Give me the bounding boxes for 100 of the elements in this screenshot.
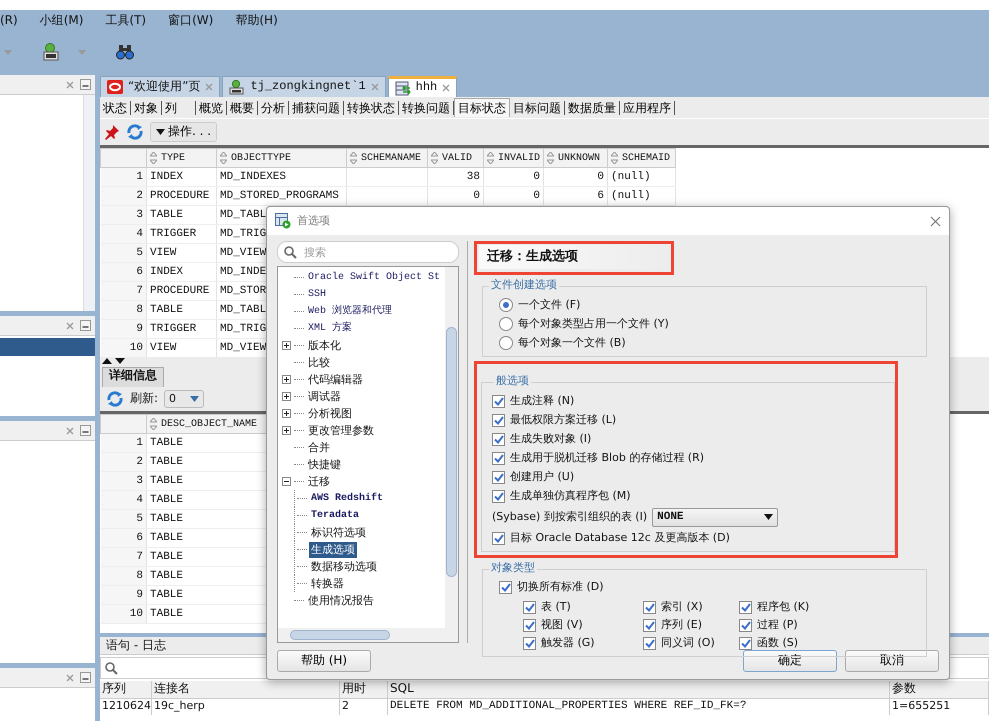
view-tab[interactable]: 数据质量 [565, 100, 620, 114]
close-icon[interactable] [66, 426, 74, 434]
minimize-icon[interactable] [80, 672, 91, 683]
option-label[interactable]: 生成单独仿真程序包 (M) [510, 488, 631, 504]
column-header[interactable]: VALID [428, 148, 484, 168]
close-icon[interactable] [442, 84, 450, 92]
tree-item[interactable]: 数据移动选项 [309, 558, 379, 574]
tree-item[interactable]: 迁移 [306, 474, 332, 490]
checkbox[interactable] [739, 618, 752, 632]
option-label[interactable]: 每个对象类型占用一个文件 (Y) [518, 316, 669, 332]
close-icon[interactable] [66, 674, 74, 682]
tree-item[interactable]: Teradata [309, 508, 362, 524]
checkbox[interactable] [739, 636, 752, 650]
sort-icon[interactable] [547, 152, 554, 164]
collapse-icon[interactable] [282, 476, 291, 486]
option-label[interactable]: 创建用户 (U) [510, 470, 574, 484]
view-tab[interactable]: 转换状态 [344, 100, 399, 114]
column-header[interactable]: DESC_OBJECT_NAME [146, 414, 266, 434]
checkbox[interactable] [492, 532, 505, 544]
view-tab[interactable]: 状态 [100, 100, 131, 114]
option-label[interactable]: 一个文件 (F) [518, 298, 580, 312]
column-header[interactable]: 序列 [100, 681, 152, 698]
minimize-icon[interactable] [80, 425, 91, 436]
editor-tab[interactable]: tj_zongkingnet`1 [222, 76, 386, 97]
option-label[interactable]: 索引 (X) [661, 600, 703, 614]
menu-item[interactable]: 窗口(W) [168, 13, 214, 29]
tree-item[interactable]: 快捷键 [306, 456, 343, 472]
tree-item[interactable]: 合并 [306, 440, 332, 456]
view-tab[interactable]: 应用程序 [620, 100, 675, 114]
scrollbar[interactable] [278, 628, 458, 642]
expand-icon[interactable] [282, 426, 291, 435]
checkbox[interactable] [643, 600, 656, 614]
option-label[interactable]: 过程 (P) [757, 618, 798, 632]
column-header[interactable]: 连接名 [152, 681, 340, 698]
sort-icon[interactable] [487, 152, 494, 164]
expand-icon[interactable] [282, 392, 291, 401]
sort-icon[interactable] [150, 152, 157, 164]
panel-tab[interactable]: 详细信息 [102, 367, 164, 387]
column-header[interactable]: UNKNOWN [544, 148, 608, 168]
sort-icon[interactable] [220, 152, 227, 164]
radio-button[interactable] [499, 317, 513, 331]
option-label[interactable]: 函数 (S) [757, 636, 798, 650]
radio-button[interactable] [499, 336, 513, 350]
expand-icon[interactable] [282, 408, 291, 418]
checkbox[interactable] [643, 618, 656, 632]
option-label[interactable]: 生成失败对象 (I) [510, 432, 592, 446]
checkbox[interactable] [492, 394, 505, 408]
menu-item[interactable]: (R) [0, 13, 18, 29]
option-label[interactable]: 生成用于脱机迁移 Blob 的存储过程 (R) [510, 450, 704, 466]
column-header[interactable]: OBJECTTYPE [216, 148, 346, 168]
tree-item[interactable]: 生成选项 [309, 542, 357, 558]
radio-button[interactable] [499, 298, 513, 312]
tree-item[interactable]: 版本化 [306, 338, 343, 354]
expand-icon[interactable] [282, 340, 291, 350]
editor-tab[interactable]: hhh [388, 76, 458, 97]
view-tab[interactable]: 目标状态 [454, 98, 510, 117]
checkbox[interactable] [523, 600, 536, 614]
tree-item[interactable]: 使用情况报告 [306, 592, 376, 608]
option-label[interactable]: 同义词 (O) [661, 636, 715, 650]
menu-item[interactable]: 工具(T) [105, 13, 146, 29]
column-header[interactable]: SQL [388, 681, 890, 698]
option-label[interactable]: 程序包 (K) [757, 600, 810, 614]
help-button[interactable]: 帮助 (H) [277, 650, 371, 672]
view-tab[interactable]: 分析 [258, 100, 289, 114]
view-tab[interactable]: 列 [162, 100, 196, 114]
tree-item[interactable]: SSH [306, 286, 328, 302]
close-icon[interactable] [930, 216, 941, 226]
tree-item[interactable]: 比较 [306, 354, 332, 370]
option-label[interactable]: 目标 Oracle Database 12c 及更高版本 (D) [510, 530, 730, 546]
option-label[interactable]: 表 (T) [541, 600, 571, 614]
checkbox[interactable] [492, 490, 505, 502]
sort-icon[interactable] [150, 418, 157, 430]
option-label[interactable]: 生成注释 (N) [510, 394, 574, 408]
option-label[interactable]: 触发器 (G) [541, 636, 595, 650]
tree-item[interactable]: 转换器 [309, 576, 346, 592]
splitter-arrows-icon[interactable] [102, 358, 126, 364]
column-header[interactable]: SCHEMAID [608, 148, 676, 168]
view-tab[interactable]: 概览 [196, 100, 227, 114]
scrollbar[interactable] [445, 267, 458, 628]
view-tab[interactable]: 对象 [131, 100, 162, 114]
editor-tab[interactable]: “欢迎使用”页 [100, 76, 220, 97]
checkbox[interactable] [492, 452, 505, 464]
search-field[interactable]: 搜索 [277, 241, 459, 263]
close-icon[interactable] [66, 322, 74, 330]
tree-item[interactable]: 调试器 [306, 388, 343, 404]
binoculars-icon[interactable] [116, 44, 134, 60]
close-icon[interactable] [66, 80, 74, 88]
menu-item[interactable]: 帮助(H) [235, 13, 278, 29]
option-label[interactable]: 序列 (E) [661, 618, 702, 632]
sort-icon[interactable] [611, 152, 618, 164]
refresh-interval-select[interactable]: 0 [164, 390, 204, 408]
checkbox[interactable] [492, 470, 505, 484]
view-tab[interactable]: 概要 [227, 100, 258, 114]
column-header[interactable]: 参数 [890, 681, 989, 698]
expand-icon[interactable] [282, 374, 291, 384]
sort-icon[interactable] [431, 152, 438, 164]
minimize-icon[interactable] [80, 79, 91, 90]
option-label[interactable]: 切换所有标准 (D) [517, 580, 604, 594]
view-tab[interactable]: 捕获问题 [289, 100, 344, 114]
checkbox[interactable] [492, 414, 505, 426]
